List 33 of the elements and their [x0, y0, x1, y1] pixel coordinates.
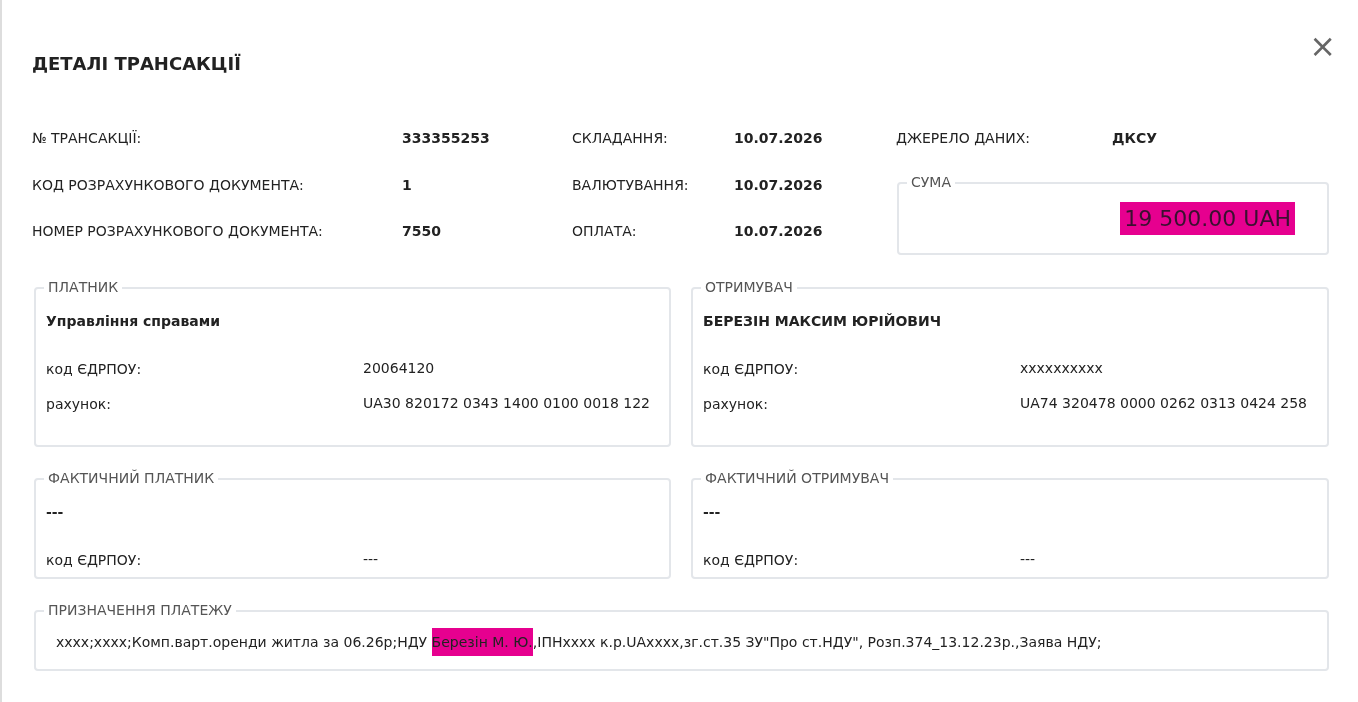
- field-label: СКЛАДАННЯ:: [572, 129, 668, 148]
- field-value: ---: [1020, 550, 1037, 569]
- field-label: рахунок:: [46, 395, 111, 414]
- field-value: UA30 820172 0343 1400 0100 0018 122: [363, 394, 652, 413]
- field-label: код ЄДРПОУ:: [46, 360, 142, 379]
- field-value: 10.07.2026: [734, 222, 823, 241]
- close-button[interactable]: ×: [1309, 30, 1336, 62]
- field-label: ОПЛАТА:: [572, 222, 637, 241]
- party-name: ---: [46, 503, 64, 522]
- field-label: ДЖЕРЕЛО ДАНИХ:: [896, 129, 1030, 148]
- field-value: 1: [402, 175, 412, 195]
- field-value: 20064120: [363, 359, 436, 378]
- party-name: ---: [703, 503, 721, 522]
- party-name: Управління справами: [46, 312, 221, 331]
- field-value: 333355253: [402, 129, 490, 148]
- field-value: UA74 320478 0000 0262 0313 0424 258: [1020, 394, 1309, 413]
- field-label: код ЄДРПОУ:: [703, 551, 799, 570]
- field-label: код ЄДРПОУ:: [703, 360, 799, 379]
- field-label: НОМЕР РОЗРАХУНКОВОГО ДОКУМЕНТА:: [32, 222, 323, 241]
- party-name: БЕРЕЗІН МАКСИМ ЮРІЙОВИЧ: [703, 312, 942, 331]
- field-label: № ТРАНСАКЦІЇ:: [32, 129, 142, 148]
- field-label: код ЄДРПОУ:: [46, 551, 142, 570]
- field-value: 7550: [402, 222, 441, 241]
- field-label: рахунок:: [703, 395, 768, 414]
- amount-value: 19 500.00 UAH: [1120, 202, 1295, 235]
- field-value: 10.07.2026: [734, 175, 823, 195]
- field-value: xxxxxxxxxx: [1020, 359, 1104, 378]
- field-value: ---: [363, 550, 380, 569]
- field-value: 10.07.2026: [734, 129, 823, 148]
- field-value: ДКСУ: [1112, 129, 1157, 148]
- field-label: ВАЛЮТУВАННЯ:: [572, 175, 689, 195]
- field-label: КОД РОЗРАХУНКОВОГО ДОКУМЕНТА:: [32, 175, 304, 195]
- dialog-title: ДЕТАЛІ ТРАНСАКЦІЇ: [32, 52, 241, 76]
